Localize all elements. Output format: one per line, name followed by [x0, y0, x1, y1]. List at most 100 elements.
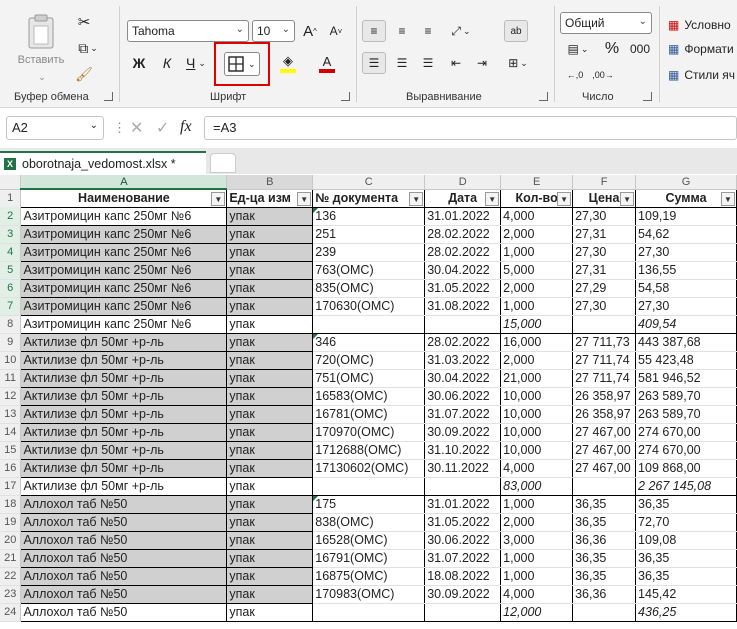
column-header[interactable]: C: [312, 175, 426, 190]
cell-sum[interactable]: 36,35: [635, 494, 737, 514]
cell-doc[interactable]: [312, 315, 426, 334]
cell-qty[interactable]: 10,000: [500, 405, 574, 424]
borders-button[interactable]: ⌄: [214, 42, 270, 86]
cell-unit[interactable]: упак: [226, 512, 314, 532]
cell-unit[interactable]: упак: [226, 404, 314, 424]
cell-price[interactable]: 36,35: [572, 549, 637, 568]
cell-qty[interactable]: 12,000: [500, 603, 574, 622]
number-format-select[interactable]: Общий ⌄: [560, 12, 652, 34]
row-number[interactable]: 17: [0, 477, 22, 496]
cell-date[interactable]: 31.07.2022: [424, 549, 502, 568]
cell-unit[interactable]: упак: [226, 477, 314, 496]
cell-unit[interactable]: упак: [226, 278, 314, 298]
bold-button[interactable]: Ж: [128, 52, 150, 74]
cell-sum[interactable]: 27,30: [635, 243, 737, 262]
cell-doc[interactable]: [312, 603, 426, 622]
cell-unit[interactable]: упак: [226, 440, 314, 460]
cell-date[interactable]: 18.08.2022: [424, 567, 502, 586]
cell-name[interactable]: Актилизе фл 50мг +р-ль: [20, 332, 228, 352]
cell-qty[interactable]: 1,000: [500, 297, 574, 316]
cell-name[interactable]: Аллохол таб №50: [20, 512, 228, 532]
cell-date[interactable]: [424, 603, 502, 622]
cell-qty[interactable]: 10,000: [500, 423, 574, 442]
cell-date[interactable]: 30.11.2022: [424, 459, 502, 478]
cell-sum[interactable]: 409,54: [635, 315, 737, 334]
row-number[interactable]: 4: [0, 243, 22, 262]
cell-sum[interactable]: 436,25: [635, 603, 737, 622]
cell-doc[interactable]: 136: [312, 206, 426, 226]
cell-date[interactable]: 31.03.2022: [424, 351, 502, 370]
clipboard-launcher[interactable]: [104, 92, 113, 101]
cell-price[interactable]: 27,30: [572, 243, 637, 262]
cell-price[interactable]: [572, 315, 637, 334]
cell-unit[interactable]: упак: [226, 530, 314, 550]
cell-date[interactable]: 31.07.2022: [424, 405, 502, 424]
paste-button[interactable]: Вставить: [14, 10, 68, 70]
cell-qty[interactable]: 1,000: [500, 567, 574, 586]
cell-price[interactable]: 36,36: [572, 585, 637, 604]
row-number[interactable]: 3: [0, 225, 22, 244]
highlight-button[interactable]: ◈: [272, 52, 304, 74]
row-number[interactable]: 13: [0, 405, 22, 424]
cancel-icon[interactable]: ✕: [130, 118, 143, 138]
format-painter-button[interactable]: 🖌: [74, 64, 94, 84]
cell-date[interactable]: 31.01.2022: [424, 494, 502, 514]
header-cell-name[interactable]: Наименование ▼: [20, 188, 228, 208]
cell-qty[interactable]: 15,000: [500, 315, 574, 334]
cell-unit[interactable]: упак: [226, 224, 314, 244]
cell-sum[interactable]: 54,62: [635, 225, 737, 244]
cell-unit[interactable]: упак: [226, 350, 314, 370]
cell-name[interactable]: Азитромицин капс 250мг №6: [20, 260, 228, 280]
cell-unit[interactable]: упак: [226, 206, 314, 226]
cell-doc[interactable]: [312, 477, 426, 496]
row-number[interactable]: 7: [0, 297, 22, 316]
increase-font-button[interactable]: A ^: [300, 21, 320, 41]
cell-price[interactable]: 27 467,00: [572, 423, 637, 442]
cell-date[interactable]: 30.04.2022: [424, 261, 502, 280]
cell-name[interactable]: Азитромицин капс 250мг №6: [20, 278, 228, 298]
cell-date[interactable]: 28.02.2022: [424, 243, 502, 262]
filter-dropdown-icon[interactable]: ▼: [721, 191, 735, 206]
filter-dropdown-icon[interactable]: ▼: [211, 192, 226, 206]
wrap-text-button[interactable]: ab: [504, 20, 528, 42]
format-as-table-button[interactable]: ▦ Формати: [668, 38, 737, 60]
cell-price[interactable]: 36,36: [572, 531, 637, 550]
cell-date[interactable]: 28.02.2022: [424, 332, 502, 352]
row-number[interactable]: 1: [0, 189, 22, 207]
column-header[interactable]: G: [635, 175, 737, 190]
cell-name[interactable]: Актилизе фл 50мг +р-ль: [20, 458, 228, 478]
row-number[interactable]: 24: [0, 603, 22, 622]
decrease-font-button[interactable]: A ˅: [326, 21, 346, 41]
font-launcher[interactable]: [341, 92, 350, 101]
formula-input[interactable]: =A3: [204, 116, 737, 140]
cell-price[interactable]: 27 711,73: [572, 332, 637, 352]
cell-name[interactable]: Актилизе фл 50мг +р-ль: [20, 350, 228, 370]
enter-icon[interactable]: ✓: [156, 118, 169, 138]
row-number[interactable]: 12: [0, 387, 22, 406]
cell-price[interactable]: 27,30: [572, 206, 637, 226]
row-number[interactable]: 23: [0, 585, 22, 604]
font-color-button[interactable]: A: [310, 52, 344, 74]
row-number[interactable]: 22: [0, 567, 22, 586]
cell-date[interactable]: 30.04.2022: [424, 369, 502, 388]
cell-qty[interactable]: 1,000: [500, 243, 574, 262]
cell-doc[interactable]: 17130602(ОМС): [312, 459, 426, 478]
filter-dropdown-icon[interactable]: ▼: [557, 191, 572, 206]
percent-button[interactable]: %: [600, 38, 624, 60]
cell-name[interactable]: Аллохол таб №50: [20, 548, 228, 568]
cell-qty[interactable]: 4,000: [500, 585, 574, 604]
cell-name[interactable]: Аллохол таб №50: [20, 566, 228, 586]
cell-doc[interactable]: 170970(ОМС): [312, 423, 426, 442]
cell-unit[interactable]: упак: [226, 584, 314, 604]
cell-sum[interactable]: 36,35: [635, 549, 737, 568]
cell-name[interactable]: Актилизе фл 50мг +р-ль: [20, 477, 228, 496]
cell-price[interactable]: 27,30: [572, 297, 637, 316]
underline-button[interactable]: Ч ⌄: [182, 52, 210, 74]
cell-name[interactable]: Аллохол таб №50: [20, 603, 228, 622]
cell-date[interactable]: 30.09.2022: [424, 423, 502, 442]
cell-name[interactable]: Азитромицин капс 250мг №6: [20, 206, 228, 226]
cell-name[interactable]: Азитромицин капс 250мг №6: [20, 242, 228, 262]
cell-doc[interactable]: 1712688(ОМС): [312, 441, 426, 460]
cell-qty[interactable]: 10,000: [500, 387, 574, 406]
filter-dropdown-icon[interactable]: ▼: [620, 191, 635, 206]
